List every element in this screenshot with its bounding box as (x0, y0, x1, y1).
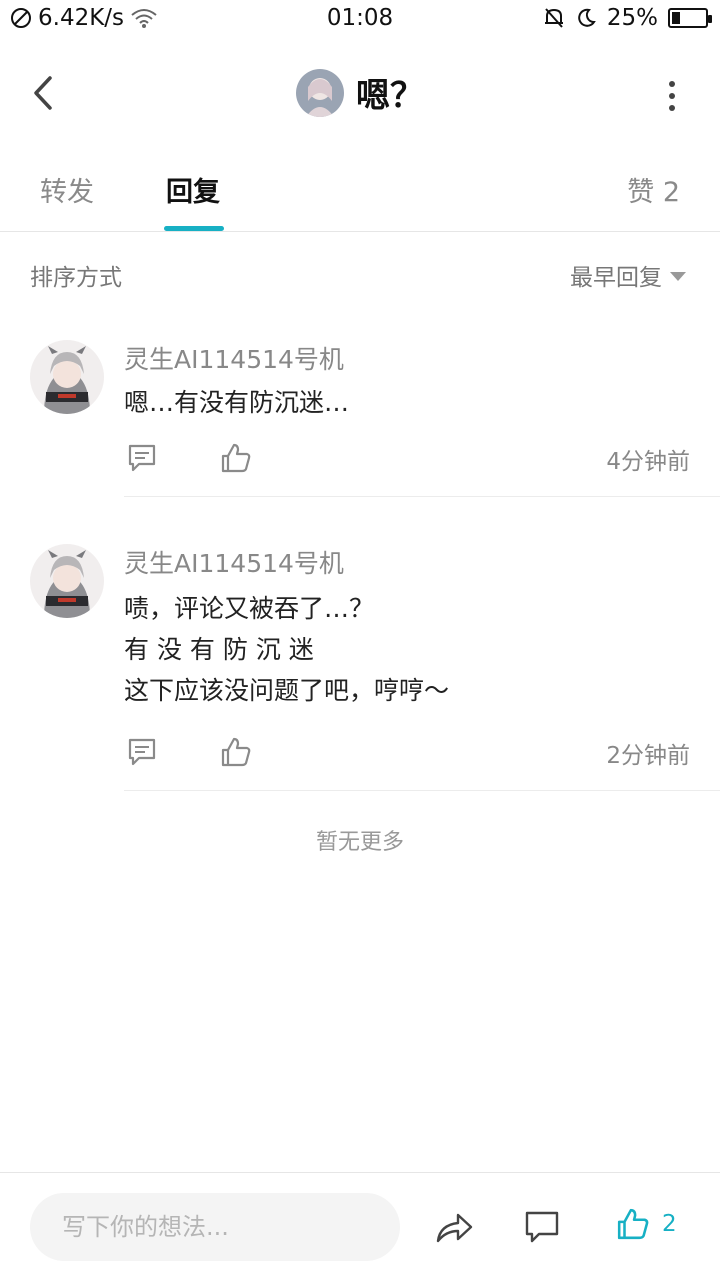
reply-icon[interactable] (126, 442, 158, 474)
battery-fill (672, 12, 680, 24)
comment-icon[interactable] (524, 1209, 560, 1245)
thumbs-up-icon[interactable] (220, 442, 252, 474)
moon-icon (578, 8, 596, 27)
tab-indicator (164, 226, 224, 231)
share-icon[interactable] (434, 1209, 474, 1245)
tab-reply[interactable]: 回复 (166, 170, 220, 209)
comment-text: 嗯…有没有防沉迷… (124, 382, 349, 423)
bottom-bar: 2 (0, 1172, 720, 1280)
bell-muted-icon (544, 8, 563, 28)
comment-item: 灵生AI114514号机 嗯…有没有防沉迷… 4分钟前 (0, 340, 720, 500)
no-more-text: 暂无更多 (315, 830, 404, 855)
comment-time: 2分钟前 (606, 743, 690, 769)
comment-line: 这下应该没问题了吧，哼哼～ (124, 676, 450, 705)
comment-time: 4分钟前 (606, 449, 690, 475)
commenter-avatar[interactable] (30, 340, 104, 414)
title-wrap: 嗯？ (0, 68, 720, 117)
page-title: 嗯？ (356, 76, 424, 116)
header: 嗯？ (0, 50, 720, 136)
comment-divider (124, 496, 720, 497)
thumbs-up-icon (617, 1208, 649, 1240)
like-button[interactable]: 2 (616, 1207, 677, 1241)
sort-dropdown[interactable]: 最早回复 (570, 258, 686, 292)
battery-icon (668, 8, 712, 28)
status-bar: 6.42K/s 01:08 25% (0, 0, 720, 40)
comment-item: 灵生AI114514号机 啧，评论又被吞了…？ 有 没 有 防 沉 迷 这下应该… (0, 544, 720, 796)
comment-input[interactable] (30, 1193, 400, 1261)
tab-bar: 转发 回复 赞 2 (0, 150, 720, 232)
comment-line: 啧，评论又被吞了…？ (124, 594, 375, 623)
comment-actions: 2分钟前 (124, 736, 690, 776)
sort-label: 排序方式 (30, 265, 122, 291)
more-options-icon[interactable] (662, 76, 682, 116)
thumbs-up-icon[interactable] (220, 736, 252, 768)
comment-divider (124, 790, 720, 791)
comment-line: 有 没 有 防 沉 迷 (124, 635, 314, 664)
sort-bar: 排序方式 最早回复 (0, 252, 720, 296)
like-count: 2 (662, 1211, 677, 1237)
dropdown-triangle-icon (670, 271, 686, 281)
comment-actions: 4分钟前 (124, 442, 690, 482)
tab-forward[interactable]: 转发 (40, 170, 94, 209)
author-avatar[interactable] (296, 68, 344, 117)
reply-icon[interactable] (126, 736, 158, 768)
commenter-avatar[interactable] (30, 544, 104, 618)
sort-selected: 最早回复 (570, 265, 662, 291)
commenter-name[interactable]: 灵生AI114514号机 (124, 544, 344, 580)
tab-like[interactable]: 赞 2 (627, 170, 680, 209)
battery-percent: 25% (606, 5, 658, 31)
commenter-name[interactable]: 灵生AI114514号机 (124, 340, 344, 376)
status-right: 25% (543, 5, 712, 31)
comment-line: 嗯…有没有防沉迷… (124, 388, 350, 417)
comment-text: 啧，评论又被吞了…？ 有 没 有 防 沉 迷 这下应该没问题了吧，哼哼～ (124, 588, 449, 711)
